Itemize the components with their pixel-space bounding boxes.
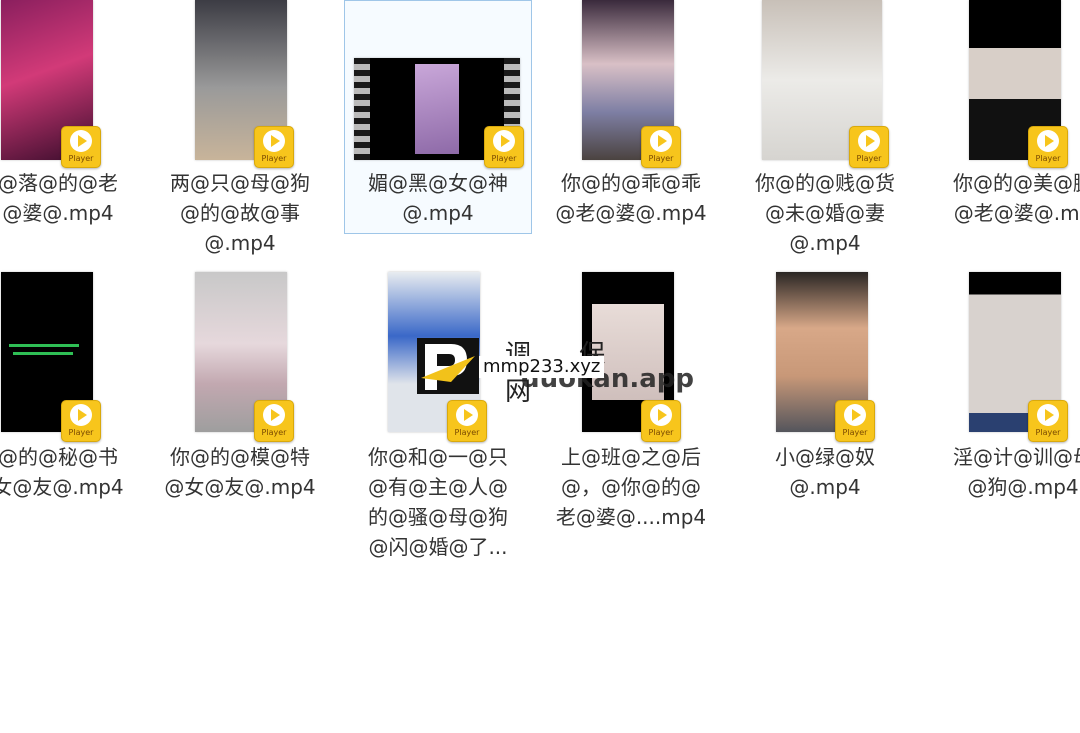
file-name: 淫@计@训@母 @狗@.mp4	[953, 445, 1080, 499]
player-icon: Player	[447, 400, 487, 442]
file-name: 你@和@一@只 @有@主@人@ 的@骚@母@狗 @闪@婚@了...	[368, 445, 508, 559]
file-name: 上@班@之@后 @，@你@的@ 老@婆@....mp4	[555, 445, 707, 529]
player-icon: Player	[61, 126, 101, 168]
player-icon: Player	[61, 400, 101, 442]
file-name: 你@的@贱@货 @未@婚@妻 @.mp4	[755, 171, 895, 255]
file-name: @落@的@老 @婆@.mp4	[0, 171, 118, 225]
player-icon: Player	[641, 126, 681, 168]
file-name: 你@的@美@腿 @老@婆@.mp	[953, 171, 1080, 225]
player-icon: Player	[1028, 400, 1068, 442]
file-name: 你@的@模@特 @女@友@.mp4	[164, 445, 316, 499]
player-icon: Player	[484, 126, 524, 168]
player-icon: Player	[835, 400, 875, 442]
player-icon: Player	[254, 126, 294, 168]
player-icon: Player	[254, 400, 294, 442]
watermark-logo-icon	[417, 338, 479, 394]
player-icon: Player	[849, 126, 889, 168]
file-name: 小@绿@奴 @.mp4	[775, 445, 875, 499]
file-name: 你@的@乖@乖 @老@婆@.mp4	[555, 171, 707, 225]
file-name: 两@只@母@狗 @的@故@事 @.mp4	[170, 171, 310, 255]
file-name: @的@秘@书 女@友@.mp4	[0, 445, 124, 499]
watermark: 调 保 网 duokan.app mmp233.xyz	[417, 338, 694, 407]
file-name: 媚@黑@女@神 @.mp4	[368, 171, 508, 225]
watermark-url: mmp233.xyz	[479, 356, 605, 378]
player-icon: Player	[1028, 126, 1068, 168]
